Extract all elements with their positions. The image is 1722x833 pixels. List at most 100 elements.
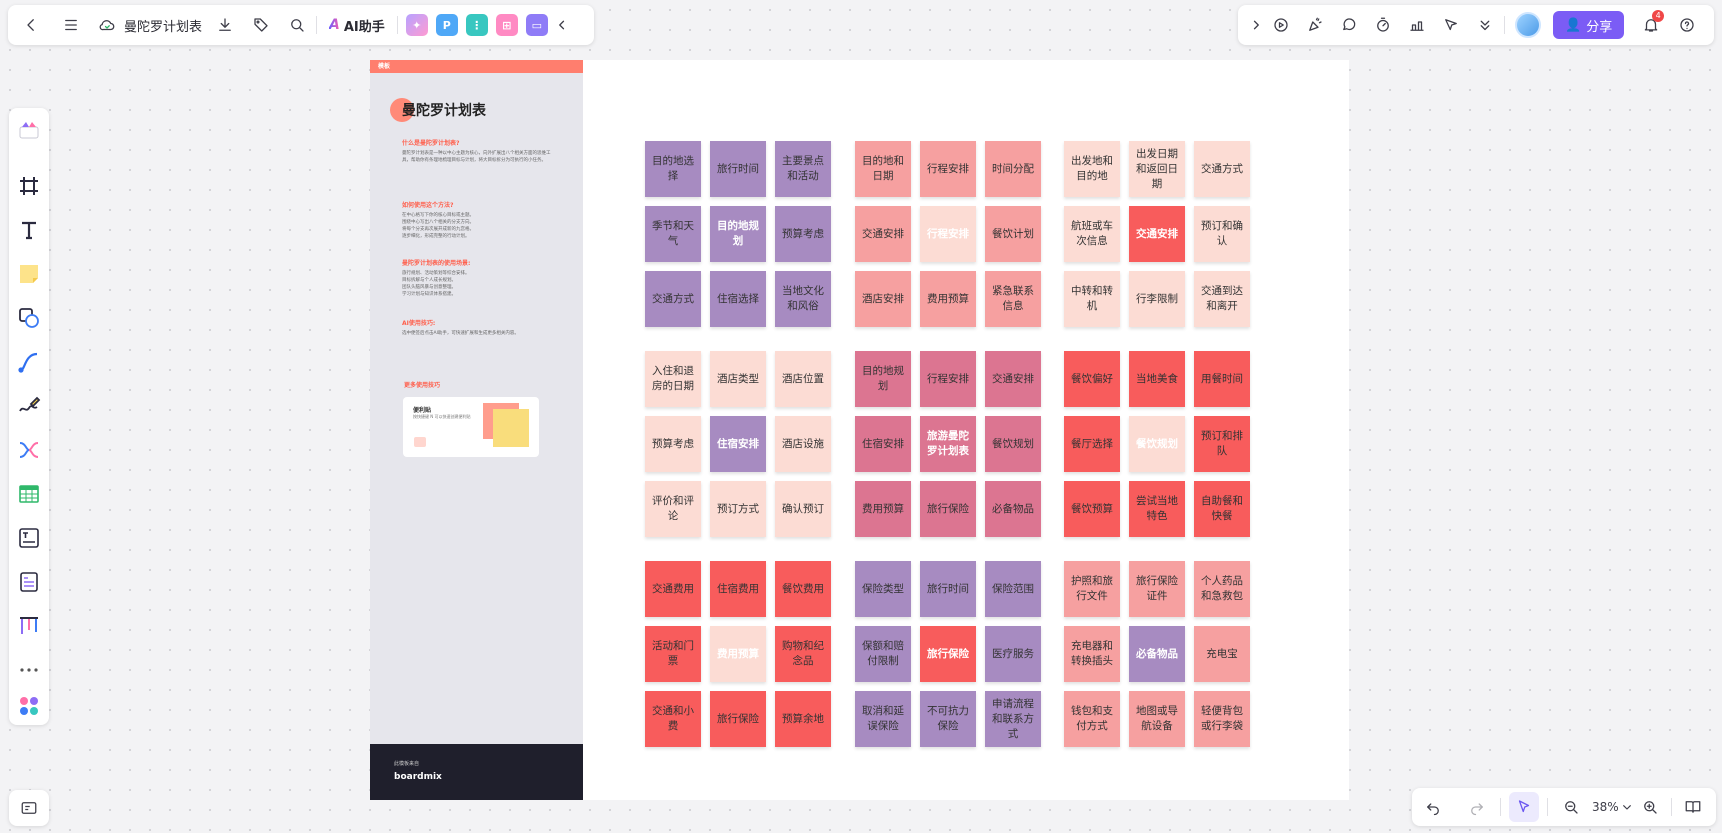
help-icon[interactable]: [1672, 10, 1702, 40]
tag-icon[interactable]: [246, 10, 276, 40]
sticky-note[interactable]: 预算余地: [775, 691, 831, 747]
download-icon[interactable]: [210, 10, 240, 40]
presentation-icon[interactable]: [1266, 10, 1296, 40]
sticky-note[interactable]: 行程安排: [920, 351, 976, 407]
zoom-level[interactable]: 38%: [1592, 800, 1619, 814]
sticky-note[interactable]: 目的地和日期: [855, 141, 911, 197]
sticky-note[interactable]: 确认预订: [775, 481, 831, 537]
templates-icon[interactable]: [15, 116, 43, 144]
notification-bell-icon[interactable]: 4: [1636, 10, 1666, 40]
avatar[interactable]: [1515, 12, 1541, 38]
sticky-note[interactable]: 中转和转机: [1064, 271, 1120, 327]
sticky-note-icon[interactable]: [15, 260, 43, 288]
expand-toolbar-icon[interactable]: [1246, 10, 1266, 40]
sticky-note[interactable]: 出发日期和返回日期: [1129, 141, 1185, 197]
sticky-note[interactable]: 行程安排: [920, 206, 976, 262]
sticky-note[interactable]: 餐饮计划: [985, 206, 1041, 262]
sticky-note[interactable]: 交通安排: [855, 206, 911, 262]
undo-icon[interactable]: [1418, 792, 1448, 822]
search-icon[interactable]: [282, 10, 312, 40]
document-icon[interactable]: [15, 568, 43, 596]
sticky-note[interactable]: 旅行保险: [920, 626, 976, 682]
sticky-note[interactable]: 当地美食: [1129, 351, 1185, 407]
mindmap-tool-icon[interactable]: [15, 436, 43, 464]
sticky-note[interactable]: 充电器和转换插头: [1064, 626, 1120, 682]
shape-icon[interactable]: [15, 304, 43, 332]
sticky-note[interactable]: 充电宝: [1194, 626, 1250, 682]
sticky-note[interactable]: 餐饮费用: [775, 561, 831, 617]
sticky-note[interactable]: 行李限制: [1129, 271, 1185, 327]
ai-assistant-button[interactable]: A AI助手: [321, 11, 393, 39]
sticky-note[interactable]: 取消和延误保险: [855, 691, 911, 747]
sticky-note[interactable]: 保额和赔付限制: [855, 626, 911, 682]
more-tools-icon[interactable]: [15, 656, 43, 684]
sticky-note[interactable]: 费用预算: [855, 481, 911, 537]
sticky-note[interactable]: 目的地规划: [710, 206, 766, 262]
sticky-note[interactable]: 预订和确认: [1194, 206, 1250, 262]
select-cursor-icon[interactable]: [1509, 792, 1539, 822]
sticky-note[interactable]: 交通安排: [985, 351, 1041, 407]
ppt-icon[interactable]: P: [435, 14, 458, 36]
sticky-note[interactable]: 交通安排: [1129, 206, 1185, 262]
frame-icon[interactable]: [15, 172, 43, 200]
ai-image-icon[interactable]: ✦: [405, 14, 428, 36]
apps-icon[interactable]: [15, 692, 43, 720]
sticky-note[interactable]: 行程安排: [920, 141, 976, 197]
sticky-note[interactable]: 预算考虑: [645, 416, 701, 472]
sticky-note[interactable]: 餐厅选择: [1064, 416, 1120, 472]
sticky-note[interactable]: 护照和旅行文件: [1064, 561, 1120, 617]
redo-icon[interactable]: [1462, 792, 1492, 822]
pen-icon[interactable]: [15, 392, 43, 420]
sticky-note[interactable]: 费用预算: [920, 271, 976, 327]
sticky-note[interactable]: 尝试当地特色: [1129, 481, 1185, 537]
sticky-note[interactable]: 钱包和支付方式: [1064, 691, 1120, 747]
sticky-note[interactable]: 必备物品: [1129, 626, 1185, 682]
sticky-note[interactable]: 酒店类型: [710, 351, 766, 407]
comment-icon[interactable]: [1334, 10, 1364, 40]
sticky-note[interactable]: 目的地规划: [855, 351, 911, 407]
collapse-toolbar-icon[interactable]: [552, 10, 572, 40]
sticky-note[interactable]: 不可抗力保险: [920, 691, 976, 747]
sticky-note[interactable]: 费用预算: [710, 626, 766, 682]
sticky-note[interactable]: 入住和退房的日期: [645, 351, 701, 407]
more-tips-link[interactable]: 更多使用技巧: [404, 380, 440, 389]
sticky-note[interactable]: 预算考虑: [775, 206, 831, 262]
sticky-note[interactable]: 预订和排队: [1194, 416, 1250, 472]
sticky-note[interactable]: 时间分配: [985, 141, 1041, 197]
sticky-note[interactable]: 季节和天气: [645, 206, 701, 262]
sticky-note[interactable]: 餐饮规划: [985, 416, 1041, 472]
sticky-note[interactable]: 餐饮偏好: [1064, 351, 1120, 407]
sticky-note[interactable]: 紧急联系信息: [985, 271, 1041, 327]
sticky-note[interactable]: 交通到达和离开: [1194, 271, 1250, 327]
sticky-note[interactable]: 地图或导航设备: [1129, 691, 1185, 747]
sticky-note[interactable]: 交通费用: [645, 561, 701, 617]
sticky-note[interactable]: 出发地和目的地: [1064, 141, 1120, 197]
connector-icon[interactable]: [15, 348, 43, 376]
sticky-note[interactable]: 当地文化和风俗: [775, 271, 831, 327]
table-icon[interactable]: [15, 480, 43, 508]
sticky-note[interactable]: 自助餐和快餐: [1194, 481, 1250, 537]
zoom-in-icon[interactable]: [1635, 792, 1665, 822]
sticky-note[interactable]: 预订方式: [710, 481, 766, 537]
sticky-note[interactable]: 餐饮规划: [1129, 416, 1185, 472]
sticky-note[interactable]: 评价和评论: [645, 481, 701, 537]
sticky-note[interactable]: 住宿安排: [710, 416, 766, 472]
sticky-note[interactable]: 住宿安排: [855, 416, 911, 472]
follow-icon[interactable]: [1436, 10, 1466, 40]
sticky-note[interactable]: 保险范围: [985, 561, 1041, 617]
whiteboard-frame[interactable]: 模板 曼陀罗计划表 什么是曼陀罗计划表? 曼陀罗计划表是一种以中心主题为核心，向…: [370, 60, 1349, 800]
sticky-note[interactable]: 旅行时间: [920, 561, 976, 617]
sticky-note[interactable]: 旅行保险: [920, 481, 976, 537]
sticky-note[interactable]: 旅行保险: [710, 691, 766, 747]
sticky-note[interactable]: 主要景点和活动: [775, 141, 831, 197]
sticky-note[interactable]: 用餐时间: [1194, 351, 1250, 407]
sticky-note[interactable]: 交通和小费: [645, 691, 701, 747]
sticky-note[interactable]: 活动和门票: [645, 626, 701, 682]
sticky-note[interactable]: 住宿选择: [710, 271, 766, 327]
sticky-note[interactable]: 住宿费用: [710, 561, 766, 617]
share-button[interactable]: 👤 分享: [1553, 11, 1625, 39]
chat-icon[interactable]: ▭: [525, 14, 548, 36]
flowchart-icon[interactable]: ⊞: [495, 14, 518, 36]
sticky-note[interactable]: 医疗服务: [985, 626, 1041, 682]
mindmap-icon[interactable]: ⋮: [465, 14, 488, 36]
